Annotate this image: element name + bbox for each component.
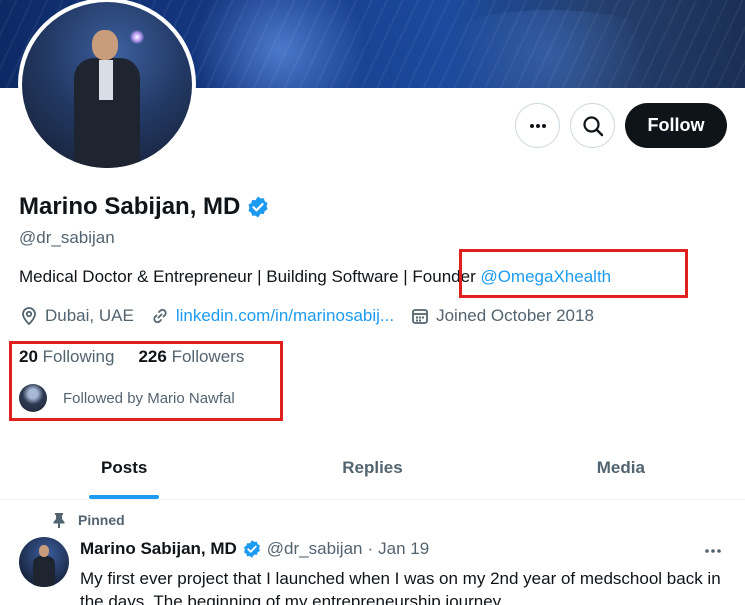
profile-name-row: Marino Sabijan, MD	[19, 193, 270, 221]
followed-by[interactable]: Followed by Mario Nawfal	[19, 384, 235, 412]
location-pin-icon	[22, 307, 36, 326]
tab-replies[interactable]: Replies	[248, 436, 496, 499]
profile-meta: Dubai, UAE linkedin.com/in/marinosabij..…	[19, 306, 610, 326]
profile-name: Marino Sabijan, MD	[19, 193, 241, 220]
calendar-icon	[412, 309, 428, 324]
link-icon	[153, 308, 167, 324]
post-author-avatar[interactable]	[19, 537, 69, 587]
follow-button[interactable]: Follow	[625, 103, 727, 148]
search-icon	[582, 115, 603, 136]
verified-badge-icon[interactable]	[246, 195, 270, 219]
pin-icon	[53, 513, 65, 528]
search-button[interactable]	[570, 103, 615, 148]
followers-link[interactable]: 226 Followers	[138, 347, 244, 367]
location-text: Dubai, UAE	[45, 306, 134, 325]
post-author-name[interactable]: Marino Sabijan, MD	[80, 539, 237, 559]
tab-replies-label: Replies	[342, 457, 403, 477]
more-icon	[705, 549, 721, 553]
followed-by-text: Followed by Mario Nawfal	[63, 389, 235, 407]
website-item: linkedin.com/in/marinosabij...	[150, 306, 394, 326]
post-more-button[interactable]	[702, 540, 724, 567]
tab-posts-label: Posts	[101, 457, 148, 477]
following-count: 20	[19, 347, 38, 366]
following-link[interactable]: 20 Following	[19, 347, 114, 367]
tab-posts[interactable]: Posts	[0, 436, 248, 499]
more-button[interactable]	[515, 103, 560, 148]
profile-avatar[interactable]	[22, 2, 192, 168]
following-label: Following	[42, 347, 115, 366]
profile-tabs: Posts Replies Media	[0, 436, 745, 500]
followers-count: 226	[138, 347, 167, 366]
followers-label: Followers	[171, 347, 245, 366]
post-author-handle[interactable]: @dr_sabijan	[267, 539, 363, 559]
location-item: Dubai, UAE	[19, 306, 134, 326]
website-link[interactable]: linkedin.com/in/marinosabij...	[176, 306, 394, 326]
verified-badge-icon	[243, 540, 260, 558]
joined-item: Joined October 2018	[410, 306, 594, 326]
profile-bio: Medical Doctor & Entrepreneur | Building…	[19, 267, 611, 287]
follower-avatar	[19, 384, 47, 412]
tab-media-label: Media	[596, 457, 645, 477]
more-icon	[529, 123, 546, 128]
profile-handle: @dr_sabijan	[19, 228, 115, 247]
post-date[interactable]: Jan 19	[378, 539, 429, 559]
pinned-indicator: Pinned	[52, 512, 125, 528]
post-separator: ·	[367, 539, 374, 558]
joined-text: Joined October 2018	[436, 306, 594, 325]
pinned-label: Pinned	[78, 512, 125, 528]
bio-mention-link[interactable]: @OmegaXhealth	[480, 267, 611, 286]
post-text: My first ever project that I launched wh…	[80, 569, 721, 605]
follow-counts: 20 Following 226 Followers	[19, 347, 244, 367]
active-tab-indicator	[89, 495, 160, 499]
bio-text: Medical Doctor & Entrepreneur | Building…	[19, 267, 481, 286]
post-header: Marino Sabijan, MD @dr_sabijan · Jan 19	[80, 539, 429, 559]
tab-media[interactable]: Media	[497, 436, 745, 499]
